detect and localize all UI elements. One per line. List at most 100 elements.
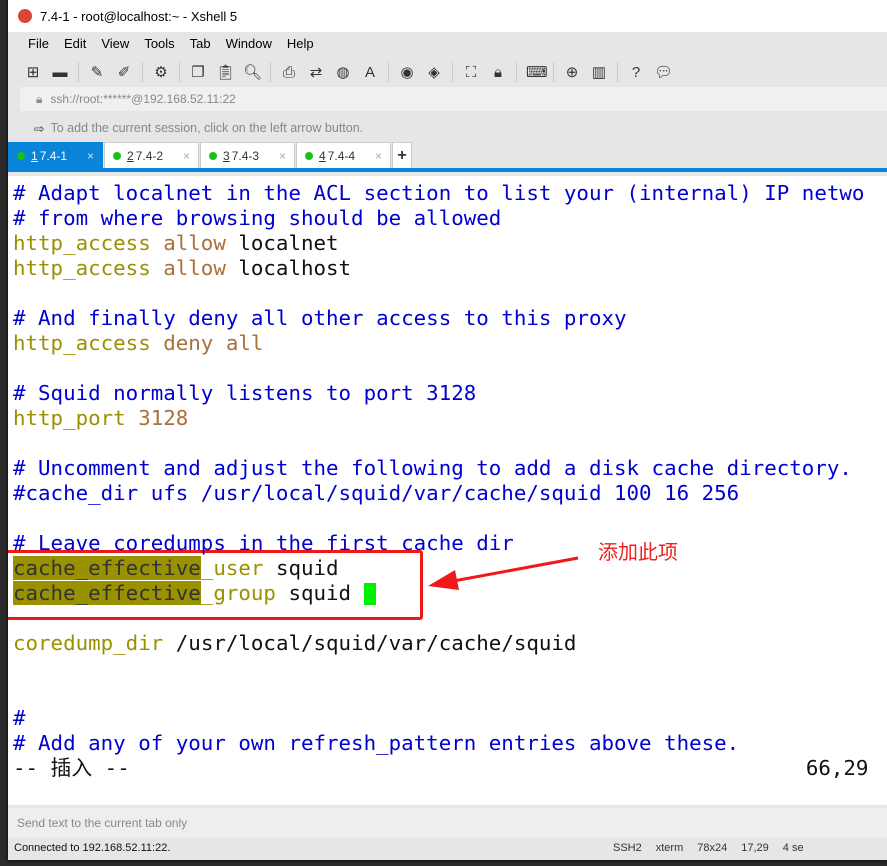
menu-view[interactable]: View: [101, 36, 129, 51]
xftp-icon[interactable]: ◈: [425, 63, 443, 81]
terminal-text: cache_effective: [13, 556, 201, 580]
tab-bar: 1 7.4-1 × 2 7.4-2 × 3 7.4-3 × 4 7.4-4 × +: [8, 142, 887, 172]
open-folder-icon[interactable]: ▬: [51, 64, 69, 81]
toolbar-separator: [270, 62, 271, 82]
terminal-line: # Add any of your own refresh_pattern en…: [13, 731, 739, 756]
terminal-text: # Leave coredumps in the first cache dir: [13, 531, 514, 555]
menu-edit[interactable]: Edit: [64, 36, 86, 51]
xshell-logo-icon: [18, 9, 32, 23]
toolbar-separator: [78, 62, 79, 82]
find-icon[interactable]: 🔍︎: [243, 63, 262, 81]
menu-tab[interactable]: Tab: [190, 36, 211, 51]
menu-window[interactable]: Window: [226, 36, 272, 51]
terminal-text: #: [13, 706, 26, 730]
terminal-text: _group: [200, 581, 289, 605]
close-tab-icon[interactable]: ×: [375, 149, 382, 163]
fullscreen-icon[interactable]: ⛶: [462, 64, 480, 81]
terminal-text: /usr/local/squid/var/cache/squid: [175, 631, 577, 655]
terminal-text: #cache_dir ufs /usr/local/squid/var/cach…: [13, 481, 740, 505]
globe-icon[interactable]: ◍: [334, 63, 352, 81]
status-term: xterm: [655, 842, 684, 854]
terminal-line: http_access allow localnet: [13, 231, 339, 256]
menu-file[interactable]: File: [28, 36, 49, 51]
properties-icon[interactable]: ⚙: [152, 63, 170, 81]
toolbar-separator: [452, 62, 453, 82]
terminal-text: -- 插入 -- 66,29: [13, 756, 869, 780]
terminal-text: deny all: [163, 331, 264, 355]
terminal-text: # from where browsing should be allowed: [13, 206, 502, 230]
menu-help[interactable]: Help: [287, 36, 314, 51]
tab-7.4-1[interactable]: 1 7.4-1 ×: [8, 142, 103, 168]
add-tab-button[interactable]: +: [392, 142, 412, 168]
send-text-input[interactable]: Send text to the current tab only: [8, 808, 887, 838]
toolbar-separator: [553, 62, 554, 82]
xshell-icon[interactable]: ◉: [398, 63, 416, 81]
terminal-text: allow: [163, 231, 239, 255]
terminal-line: http_port 3128: [13, 406, 188, 431]
tab-7.4-4[interactable]: 4 7.4-4 ×: [296, 142, 391, 168]
lock-icon[interactable]: 🔒︎: [489, 64, 507, 81]
terminal-line: http_access deny all: [13, 331, 263, 356]
font-icon[interactable]: A: [361, 64, 379, 81]
paste-icon[interactable]: 📋︎: [216, 63, 235, 81]
tab-7.4-2[interactable]: 2 7.4-2 ×: [104, 142, 199, 168]
add-session-arrow-icon[interactable]: ⇨: [34, 121, 44, 136]
connected-dot-icon: [113, 151, 121, 160]
tab-label: 7.4-2: [135, 148, 164, 163]
close-tab-icon[interactable]: ×: [183, 149, 190, 163]
terminal[interactable]: 添加此项 # Adapt localnet in the ACL section…: [8, 176, 887, 805]
terminal-text: _user: [200, 556, 276, 580]
terminal-line: coredump_dir /usr/local/squid/var/cache/…: [13, 631, 576, 656]
close-tab-icon[interactable]: ×: [279, 149, 286, 163]
toolbar-separator: [179, 62, 180, 82]
tab-7.4-3[interactable]: 3 7.4-3 ×: [200, 142, 295, 168]
menu-tools[interactable]: Tools: [144, 36, 174, 51]
terminal-text: http_access: [13, 256, 164, 280]
address-bar[interactable]: 🔒︎ ssh://root:******@192.168.52.11:22: [20, 87, 887, 111]
xshell-window: 7.4-1 - root@localhost:~ - Xshell 5 File…: [8, 0, 887, 860]
new-tab-group-icon[interactable]: ⊕: [563, 63, 581, 81]
tab-number: 3: [223, 148, 230, 163]
tab-label: 7.4-1: [39, 148, 68, 163]
terminal-line: #cache_dir ufs /usr/local/squid/var/cach…: [13, 481, 739, 506]
copy-icon[interactable]: ❐: [189, 63, 207, 81]
terminal-line: # Uncomment and adjust the following to …: [13, 456, 852, 481]
terminal-text: localnet: [238, 231, 339, 255]
send-placeholder: Send text to the current tab only: [17, 816, 188, 830]
terminal-line: # Adapt localnet in the ACL section to l…: [13, 181, 864, 206]
menu-bar: File Edit View Tools Tab Window Help: [8, 32, 887, 55]
address-text: ssh://root:******@192.168.52.11:22: [50, 92, 236, 106]
tab-number: 1: [31, 148, 38, 163]
annotation-arrow-icon: [428, 556, 579, 590]
disconnect-icon[interactable]: ✐: [115, 63, 133, 81]
terminal-text: # Uncomment and adjust the following to …: [13, 456, 852, 480]
terminal-text: cache_effective: [13, 581, 201, 605]
keyboard-icon[interactable]: ⌨: [526, 63, 548, 81]
new-session-icon[interactable]: ⊞: [24, 63, 42, 81]
tab-number: 4: [319, 148, 326, 163]
terminal-line: # from where browsing should be allowed: [13, 206, 501, 231]
layout-icon[interactable]: ▥: [590, 63, 608, 81]
transfer-icon[interactable]: ⇄: [307, 63, 325, 81]
toolbar-separator: [617, 62, 618, 82]
terminal-text: 3128: [138, 406, 189, 430]
terminal-text: squid: [288, 581, 364, 605]
status-protocol: SSH2: [613, 842, 642, 854]
terminal-line: #: [13, 706, 26, 731]
window-title: 7.4-1 - root@localhost:~ - Xshell 5: [40, 8, 238, 24]
toolbar-separator: [142, 62, 143, 82]
connection-status: Connected to 192.168.52.11:22.: [14, 842, 171, 854]
text-cursor: [363, 583, 376, 605]
chat-icon[interactable]: 💬︎: [654, 63, 673, 81]
terminal-line: http_access allow localhost: [13, 256, 351, 281]
toolbar-separator: [516, 62, 517, 82]
status-bar: Connected to 192.168.52.11:22. SSH2 xter…: [8, 838, 887, 858]
connect-icon[interactable]: ✎: [88, 63, 106, 81]
close-tab-icon[interactable]: ×: [87, 149, 94, 163]
terminal-text: localhost: [238, 256, 352, 280]
help-icon[interactable]: ?: [627, 64, 645, 81]
connected-dot-icon: [305, 151, 313, 160]
terminal-line: # And finally deny all other access to t…: [13, 306, 627, 331]
print-icon[interactable]: ⎙: [280, 64, 298, 81]
connected-dot-icon: [209, 151, 217, 160]
